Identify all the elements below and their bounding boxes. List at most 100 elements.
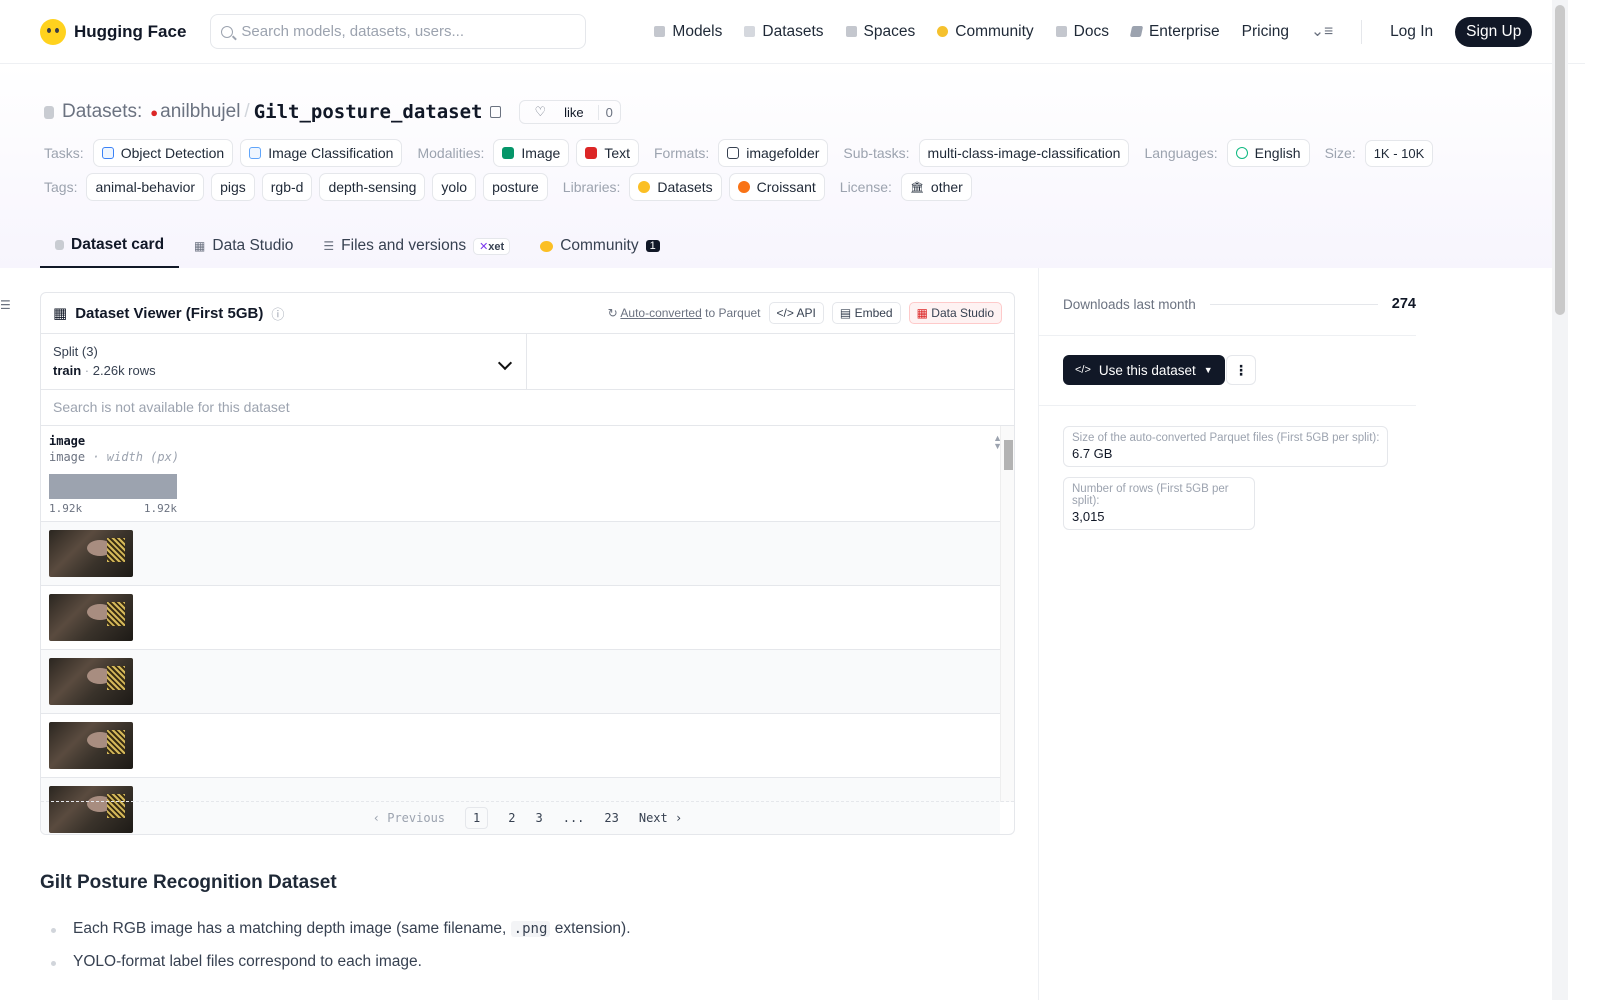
api-button[interactable]: </> API <box>768 302 824 324</box>
page-scrollbar-thumb[interactable] <box>1555 5 1565 315</box>
page-scrollbar[interactable] <box>1552 0 1568 1000</box>
data-studio-button[interactable]: ▦ Data Studio <box>908 302 1002 324</box>
page-23[interactable]: 23 <box>604 811 618 825</box>
image-thumbnail[interactable] <box>49 722 133 769</box>
tag-subtask[interactable]: multi-class-image-classification <box>918 139 1130 167</box>
tag-image[interactable]: Image <box>493 139 570 167</box>
table-row[interactable] <box>41 586 1000 650</box>
next-label: Next <box>638 811 668 825</box>
tag-item[interactable]: animal-behavior <box>86 173 205 201</box>
use-dataset-label: Use this dataset <box>1098 362 1196 378</box>
path-separator: / <box>244 101 250 122</box>
inline-code: .png <box>510 921 551 937</box>
bullet-text: extension). <box>554 920 631 937</box>
tag-item[interactable]: pigs <box>211 173 255 201</box>
toc-toggle-icon[interactable]: ☰ <box>0 298 11 312</box>
nav-models[interactable]: Models <box>654 23 722 41</box>
image-thumbnail[interactable] <box>49 658 133 705</box>
tag-item[interactable]: yolo <box>432 173 477 201</box>
repo-name: Gilt_posture_dataset <box>253 101 483 123</box>
brand-name: Hugging Face <box>74 21 187 41</box>
license-label: License: <box>839 179 892 195</box>
next-page-button[interactable]: Next › <box>639 811 682 825</box>
auto-converted-link[interactable]: ↻ Auto-converted to Parquet <box>608 306 761 320</box>
login-button[interactable]: Log In <box>1390 23 1433 41</box>
tag-label: Text <box>604 145 630 161</box>
image-thumbnail[interactable] <box>49 530 133 577</box>
tab-community[interactable]: Community 1 <box>525 224 675 268</box>
page-2[interactable]: 2 <box>508 811 515 825</box>
enterprise-icon <box>1129 26 1144 37</box>
nav-spaces[interactable]: Spaces <box>845 22 916 41</box>
license-chip[interactable]: 🏛 other <box>900 173 972 201</box>
tag-imagefolder[interactable]: imagefolder <box>718 139 829 167</box>
info-icon[interactable]: ⓘ <box>271 304 284 323</box>
page-1[interactable]: 1 <box>465 807 489 829</box>
table-row[interactable] <box>41 714 1000 778</box>
page-3[interactable]: 3 <box>535 811 542 825</box>
prev-label: Previous <box>387 811 446 825</box>
search-input[interactable]: Search models, datasets, users... <box>210 14 587 49</box>
autoconv-suffix: to Parquet <box>705 306 761 320</box>
histogram-bar[interactable] <box>49 474 177 499</box>
library-croissant[interactable]: Croissant <box>728 173 825 201</box>
detection-icon <box>101 147 114 159</box>
section-link[interactable]: Datasets: <box>62 101 142 123</box>
table-row[interactable] <box>41 522 1000 586</box>
brand-link[interactable]: Hugging Face <box>40 18 187 45</box>
repo-header: Datasets: ● anilbhujel / Gilt_posture_da… <box>0 64 1552 268</box>
table-icon: ▦ <box>194 239 206 253</box>
tab-data-studio[interactable]: ▦ Data Studio <box>179 224 308 268</box>
copy-icon[interactable] <box>490 106 502 118</box>
page-ellipsis: ... <box>562 811 585 825</box>
split-select[interactable]: Split (3) train · 2.26k rows <box>41 334 527 389</box>
nav-models-label: Models <box>672 22 723 40</box>
tab-files[interactable]: ☰ Files and versions ✕xet <box>308 224 525 268</box>
downloads-count: 274 <box>1391 296 1416 312</box>
split-name: train <box>53 363 82 378</box>
owner-link[interactable]: anilbhujel <box>160 101 240 123</box>
nav-enterprise[interactable]: Enterprise <box>1129 23 1220 41</box>
languages-label: Languages: <box>1144 145 1218 161</box>
like-button[interactable]: ♡ like 0 <box>519 100 621 124</box>
heart-icon: ♡ <box>534 104 547 119</box>
code-icon: </> <box>776 306 794 320</box>
tab-dataset-card[interactable]: Dataset card <box>40 224 180 268</box>
cube-icon <box>55 240 64 250</box>
signup-button[interactable]: Sign Up <box>1455 16 1533 47</box>
more-options-icon[interactable]: ⋮ <box>1226 355 1256 385</box>
stat-value: 3,015 <box>1072 509 1105 524</box>
tag-text[interactable]: Text <box>576 139 639 167</box>
nav-docs[interactable]: Docs <box>1055 23 1109 41</box>
tag-object-detection[interactable]: Object Detection <box>92 139 234 167</box>
nav-pricing[interactable]: Pricing <box>1242 23 1289 41</box>
nav-datasets[interactable]: Datasets <box>744 22 824 41</box>
tag-image-classification[interactable]: Image Classification <box>240 139 403 167</box>
viewer-search-input[interactable]: Search is not available for this dataset <box>41 390 1014 426</box>
folder-icon <box>727 147 740 159</box>
tag-size[interactable]: 1K - 10K <box>1364 139 1434 167</box>
tag-item[interactable]: posture <box>483 173 548 201</box>
grid-icon <box>845 26 857 37</box>
modalities-label: Modalities: <box>417 145 485 161</box>
libraries-label: Libraries: <box>562 179 621 195</box>
bullet-text: Each RGB image has a matching depth imag… <box>73 920 507 937</box>
library-datasets[interactable]: Datasets <box>629 173 722 201</box>
nav-more-menu-icon[interactable]: ⌄≡ <box>1311 22 1333 41</box>
embed-button[interactable]: ▤ Embed <box>831 302 901 324</box>
scrollbar-thumb[interactable] <box>1004 440 1013 470</box>
tag-english[interactable]: English <box>1226 139 1310 167</box>
image-thumbnail[interactable] <box>49 594 133 641</box>
tag-item[interactable]: rgb-d <box>261 173 313 201</box>
hist-min: 1.92k <box>49 502 83 515</box>
table-row[interactable] <box>41 650 1000 714</box>
use-dataset-button[interactable]: </> Use this dataset ▼ <box>1063 355 1225 385</box>
nav-community[interactable]: Community <box>937 23 1034 41</box>
tag-item[interactable]: depth-sensing <box>319 173 426 201</box>
croissant-icon <box>737 181 750 193</box>
previous-page-button[interactable]: ‹ Previous <box>373 811 445 825</box>
nav-spaces-label: Spaces <box>863 22 916 40</box>
dataset-card-content: Gilt Posture Recognition Dataset Each RG… <box>40 872 1015 986</box>
viewer-scrollbar[interactable] <box>1000 426 1014 802</box>
nav-datasets-label: Datasets <box>762 22 824 40</box>
